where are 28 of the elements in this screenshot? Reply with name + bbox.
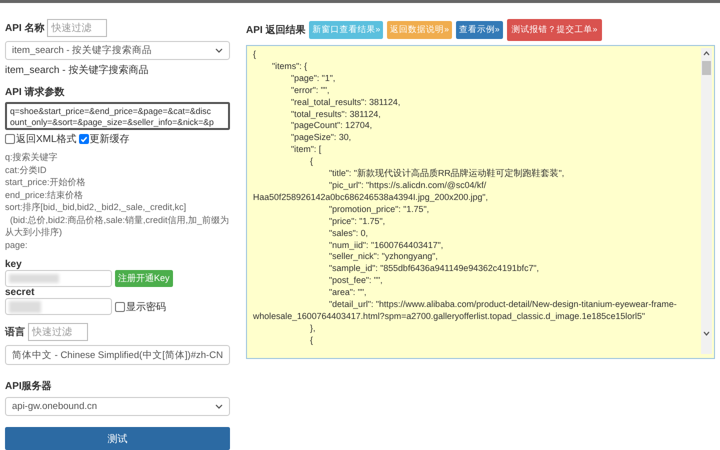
api-description: item_search - 按关键字搜索商品 [5, 64, 150, 78]
checkbox-label: 返回XML格式 [16, 132, 77, 146]
checkbox-label: 更新缓存 [90, 132, 130, 146]
help-text: end_price:结束价格 [5, 188, 84, 202]
result-action-button[interactable]: 查看示例» [456, 21, 503, 39]
field-label: 语言 [5, 325, 25, 340]
result-text: { "items": { "page": "1", "error": "", "real_total_results": 381124, "total_results": 381124, "pageCount": 12704, "pageSize": 30, "item": [ { "title": "新款现代设计高品质RR品牌运动鞋可定制跑鞋套装", "pic_url": "https://s.alicdn.com/@sc04/kf/ Haa50f258926142a0bc686246538a4394I.jpg_200x200.jpg", "promotion_price": "1.75", "price": "1.75", "sales": 0, "num_iid": "1600764403417", "seller_nick": "yzhongyang", "sample_id": "855dbf6436a941149e94362c4191bfc7", "post_fee": "", "area": "", "detail_url": "https://www.alibaba.com/product-detail/New-design-titanium-eyewear-frame- wholesale_1600764403417.html?spm=a2700.galleryofferlist.topad_classic.d_image.1e185ce15lorl5" }, { [252, 48, 678, 347]
field-label: API 名称 [5, 22, 44, 35]
help-text: cat:分类ID [5, 164, 48, 176]
server-select[interactable]: api-gw.onebound.cn [5, 396, 230, 416]
filter-field[interactable]: 快速过滤 [47, 19, 108, 37]
field-label: API服务器 [5, 380, 53, 393]
help-text: page: [5, 238, 29, 252]
help-text: (bid:总价,bid2:商品价格,sale:销量,credit信用,加_前缀为从大到小排序) [5, 214, 230, 239]
help-text: sort:排序[bid,_bid,bid2,_bid2,_sale,_credit,kc] [5, 201, 188, 214]
help-text: q:搜索关键字 [5, 151, 59, 164]
result-action-button[interactable]: 测试报错？提交工单» [506, 19, 602, 41]
help-text: start_price:开始价格 [5, 176, 87, 189]
language-select[interactable]: 简体中文 - Chinese Simplified(中文[简体])#zh-CN [5, 345, 230, 365]
api-select[interactable]: item_search - 按关键字搜索商品 [5, 41, 230, 60]
field-label: secret [5, 287, 36, 298]
test-button[interactable]: 测试 [5, 427, 230, 450]
params-field[interactable]: q=shoe&start_price=&end_price=&page=&cat=&discount_only=&sort=&page_size=&seller_info=&nick=&p [5, 102, 230, 130]
field-label: API 请求参数 [5, 86, 66, 100]
result-label: API 返回结果 [246, 24, 306, 37]
field-label: key [5, 259, 23, 270]
checkbox-label: 显示密码 [126, 300, 166, 314]
filter-field[interactable]: 快速过滤 [28, 323, 88, 342]
